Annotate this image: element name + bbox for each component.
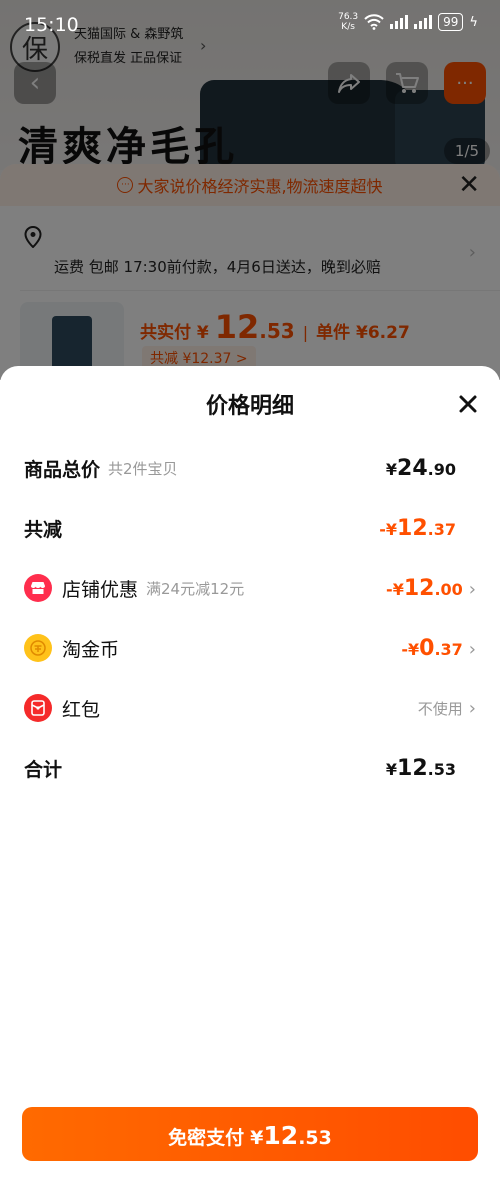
goods-count: 共2件宝贝	[108, 459, 178, 478]
pay-button-prefix: ¥	[250, 1127, 264, 1149]
coin-icon	[24, 634, 52, 662]
total-reduced-label: 共减	[24, 518, 63, 541]
row-total-reduced: 共减 -¥ 12 .37	[24, 508, 476, 548]
coins-label: 淘金币	[62, 638, 120, 661]
amount-integer: 12	[397, 515, 428, 541]
amount-integer: 24	[397, 455, 428, 481]
charging-icon: ϟ	[469, 14, 478, 30]
row-red-packet[interactable]: 红包 不使用 ›	[24, 688, 476, 728]
amount-prefix: -¥	[401, 639, 420, 659]
goods-total-label: 商品总价	[24, 458, 101, 481]
pay-button-decimal: .53	[298, 1127, 332, 1149]
close-icon[interactable]	[454, 390, 482, 418]
amount-decimal: .90	[427, 459, 456, 479]
sheet-title: 价格明细	[205, 394, 294, 419]
amount-integer: 12	[403, 575, 435, 601]
row-shop-discount[interactable]: 店铺优惠 满24元减12元 -¥ 12 .00 ›	[24, 568, 476, 608]
amount-prefix: -¥	[379, 519, 398, 539]
shop-discount-amount: -¥ 12 .00 ›	[386, 576, 476, 601]
chevron-right-icon: ›	[468, 638, 476, 660]
pay-button-integer: 12	[263, 1121, 299, 1150]
pay-button-label: 免密支付	[168, 1127, 245, 1149]
row-goods-total: 商品总价 共2件宝贝 ¥ 24 .90	[24, 448, 476, 488]
amount-integer: 12	[397, 755, 428, 781]
amount-decimal: .53	[427, 759, 456, 779]
shop-icon	[24, 574, 52, 602]
signal-strength-icon	[414, 15, 433, 29]
goods-total-amount: ¥ 24 .90	[386, 456, 456, 481]
amount-decimal: .37	[427, 519, 456, 539]
shop-discount-rule: 满24元减12元	[146, 579, 245, 598]
red-packet-value: 不使用	[417, 699, 463, 718]
red-packet-label: 红包	[62, 698, 101, 721]
coins-amount: -¥ 0 .37 ›	[401, 636, 476, 661]
signal-strength-icon	[390, 15, 409, 29]
amount-integer: 0	[419, 635, 435, 661]
wifi-icon	[364, 14, 384, 30]
status-time: 15:10	[24, 14, 79, 36]
shop-discount-label: 店铺优惠	[62, 578, 139, 601]
amount-prefix: ¥	[385, 459, 398, 479]
amount-decimal: .37	[434, 639, 463, 659]
modal-overlay[interactable]	[0, 0, 500, 380]
battery-level: 99	[443, 15, 459, 29]
red-packet-status: 不使用 ›	[418, 698, 476, 719]
network-speed: 76.3 K/s	[338, 12, 358, 32]
password-free-pay-button[interactable]: 免密支付 ¥ 12 .53	[22, 1107, 478, 1161]
chevron-right-icon: ›	[468, 697, 476, 719]
row-taobao-coins[interactable]: 淘金币 -¥ 0 .37 ›	[24, 628, 476, 668]
network-speed-unit: K/s	[341, 22, 355, 32]
network-speed-value: 76.3	[338, 12, 359, 22]
amount-decimal: .00	[434, 579, 463, 599]
grand-total-amount: ¥ 12 .53	[386, 756, 456, 781]
grand-total-label: 合计	[24, 758, 63, 781]
amount-prefix: ¥	[385, 759, 398, 779]
row-grand-total: 合计 ¥ 12 .53	[24, 748, 476, 788]
amount-prefix: -¥	[386, 579, 404, 599]
price-detail-sheet: 价格明细 商品总价 共2件宝贝 ¥ 24 .90 共减 -¥ 12 .37 店铺…	[0, 366, 500, 1184]
total-reduced-amount: -¥ 12 .37	[379, 516, 456, 541]
red-packet-icon	[24, 694, 52, 722]
chevron-right-icon: ›	[468, 578, 476, 600]
battery-icon: 99	[438, 13, 464, 31]
status-bar: 15:10 76.3 K/s 99 ϟ	[0, 0, 500, 46]
